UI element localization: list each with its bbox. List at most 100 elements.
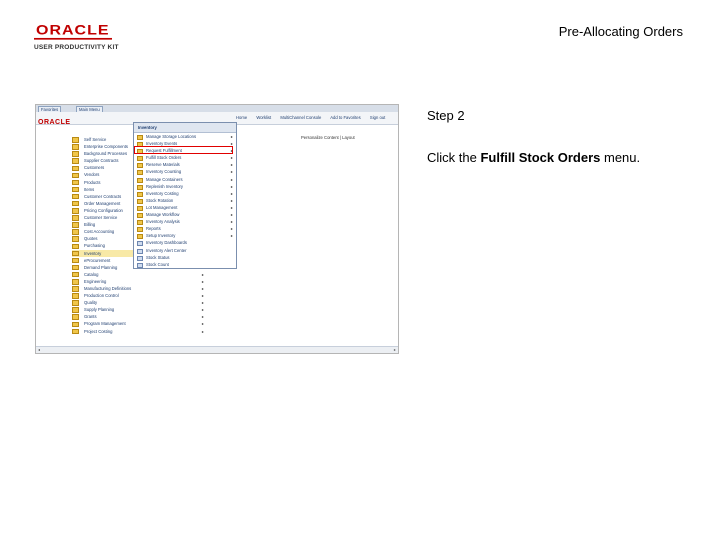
- submenu-item[interactable]: Manage Containers ▸: [134, 176, 236, 183]
- menu-tab-bar: Favorites Main Menu: [36, 105, 398, 113]
- folder-icon: [72, 264, 79, 271]
- main-menu-item[interactable]: Project Costing ▸: [72, 328, 207, 335]
- main-menu-item-label: Quality: [84, 300, 98, 306]
- submenu-item-label: Stock Status: [146, 254, 170, 260]
- main-menu-item-label: Production Control: [84, 293, 119, 299]
- folder-icon: [72, 215, 79, 221]
- folder-icon: [72, 257, 79, 264]
- nav-add-favorites-link[interactable]: Add to Favorites: [330, 115, 361, 120]
- submenu-item[interactable]: Stock Status: [134, 254, 236, 261]
- chevron-right-icon: ▸: [230, 183, 233, 189]
- main-menu-item[interactable]: Quality ▸: [72, 299, 207, 306]
- submenu-item[interactable]: Inventory Costing ▸: [134, 190, 236, 197]
- highlight-box: [134, 146, 233, 154]
- submenu-item[interactable]: Fulfill Stock Orders ▸: [134, 154, 236, 162]
- chevron-right-icon: ▸: [230, 169, 233, 175]
- main-menu-item-label: Items: [84, 186, 95, 192]
- folder-icon: [72, 137, 79, 143]
- chevron-right-icon: ▸: [201, 293, 204, 299]
- chevron-right-icon: ▸: [201, 307, 204, 313]
- submenu-item-label: Inventory Costing: [146, 190, 179, 196]
- submenu-item[interactable]: Reports ▸: [134, 225, 236, 233]
- main-menu-item[interactable]: Program Management ▸: [72, 320, 207, 328]
- submenu-item[interactable]: Setup Inventory ▸: [134, 232, 236, 240]
- main-menu-item-label: Supply Planning: [84, 307, 115, 313]
- main-menu-item-label: Purchasing: [84, 243, 105, 249]
- personalize-link[interactable]: Personalize Content | Layout: [301, 135, 355, 140]
- submenu-item[interactable]: Lot Management ▸: [134, 204, 236, 211]
- main-menu-item[interactable]: Supply Planning ▸: [72, 306, 207, 313]
- chevron-right-icon: ▸: [230, 155, 233, 161]
- main-menu-item-label: eProcurement: [84, 257, 111, 263]
- main-menu-item-label: Customer Contracts: [84, 193, 122, 199]
- chevron-right-icon: ▸: [201, 285, 204, 291]
- main-menu-item-label: Demand Planning: [84, 264, 118, 270]
- main-menu-item-label: Vendors: [84, 172, 100, 178]
- scroll-left-icon[interactable]: ◂: [38, 347, 40, 352]
- nav-home-link[interactable]: Home: [236, 115, 247, 120]
- submenu-item[interactable]: Stock Count: [134, 261, 236, 268]
- main-menu-item[interactable]: Catalog ▸: [72, 271, 207, 278]
- horizontal-scrollbar[interactable]: ◂ ▸: [36, 346, 398, 353]
- main-menu-item-label: Inventory: [84, 250, 102, 256]
- main-menu-item-label: Cost Accounting: [84, 229, 115, 235]
- nav-worklist-link[interactable]: Worklist: [256, 115, 271, 120]
- chevron-right-icon: ▸: [201, 271, 204, 277]
- submenu-item-label: Fulfill Stock Orders: [146, 155, 182, 161]
- nav-sign-out-link[interactable]: Sign out: [370, 115, 385, 120]
- submenu-item[interactable]: Inventory Analysis ▸: [134, 218, 236, 226]
- main-menu-item[interactable]: Production Control ▸: [72, 292, 207, 299]
- submenu-item[interactable]: Reserve Materials ▸: [134, 161, 236, 169]
- main-menu-item[interactable]: Grants ▸: [72, 313, 207, 320]
- submenu-item[interactable]: Manage Storage Locations ▸: [134, 133, 236, 140]
- instruction-target: Fulfill Stock Orders: [480, 150, 601, 165]
- main-menu-item-label: Customer Service: [84, 215, 118, 221]
- page-title: Pre-Allocating Orders: [558, 24, 683, 39]
- submenu-item[interactable]: Replenish Inventory ▸: [134, 183, 236, 190]
- folder-icon: [72, 236, 79, 242]
- submenu-item-label: Inventory Dashboards: [146, 240, 187, 246]
- logo-product: USER PRODUCTIVITY KIT: [34, 44, 119, 51]
- scroll-right-icon[interactable]: ▸: [394, 347, 396, 352]
- chevron-right-icon: ▸: [230, 233, 233, 239]
- submenu-item[interactable]: Inventory Dashboards: [134, 239, 236, 247]
- chevron-right-icon: ▸: [230, 219, 233, 225]
- folder-icon: [72, 328, 79, 335]
- submenu-item[interactable]: Manage Workflow ▸: [134, 211, 236, 219]
- application-screenshot: Favorites Main Menu Home Worklist MultiC…: [35, 104, 399, 354]
- main-menu-item-label: Program Management: [84, 321, 126, 327]
- main-menu-item-label: Engineering: [84, 278, 107, 284]
- instruction-suffix: menu.: [600, 150, 641, 165]
- oracle-upk-logo: ORACLE USER PRODUCTIVITY KIT: [34, 22, 134, 51]
- chevron-right-icon: ▸: [201, 300, 204, 306]
- folder-icon: [72, 279, 79, 285]
- folder-icon: [72, 165, 79, 172]
- main-menu-item-label: Billing: [84, 222, 96, 228]
- submenu-item-label: Stock Count: [146, 261, 169, 267]
- main-menu-item[interactable]: Manufacturing Definitions ▸: [72, 285, 207, 292]
- main-menu-item-label: Grants: [84, 314, 97, 320]
- folder-icon: [72, 300, 79, 306]
- folder-icon: [72, 307, 79, 313]
- submenu-item-label: Stock Rotation: [146, 197, 174, 203]
- folder-icon: [72, 200, 79, 207]
- inventory-submenu: Inventory Manage Storage Locations ▸ Inven…: [133, 122, 237, 269]
- main-menu-item-label: Order Management: [84, 200, 121, 206]
- nav-multichannel-link[interactable]: MultiChannel Console: [280, 115, 321, 120]
- folder-icon: [72, 222, 79, 228]
- main-menu-item-label: Customers: [84, 165, 105, 171]
- folder-icon: [72, 250, 79, 257]
- main-menu-item-label: Background Processes: [84, 151, 128, 157]
- main-menu-item-label: Manufacturing Definitions: [84, 285, 132, 291]
- step-instruction: Click the Fulfill Stock Orders menu.: [427, 150, 640, 165]
- submenu-item-label: Lot Management: [146, 204, 178, 210]
- logo-brand: ORACLE: [34, 23, 112, 40]
- submenu-item[interactable]: Inventory Alert Center: [134, 247, 236, 254]
- folder-icon: [72, 321, 79, 328]
- submenu-item[interactable]: Stock Rotation ▸: [134, 197, 236, 204]
- submenu-item[interactable]: Inventory Counting ▸: [134, 168, 236, 176]
- main-menu-item-label: Quotes: [84, 236, 98, 242]
- main-menu-item[interactable]: Engineering ▸: [72, 278, 207, 285]
- submenu-item-label: Inventory Alert Center: [146, 247, 187, 253]
- step-label: Step 2: [427, 108, 465, 123]
